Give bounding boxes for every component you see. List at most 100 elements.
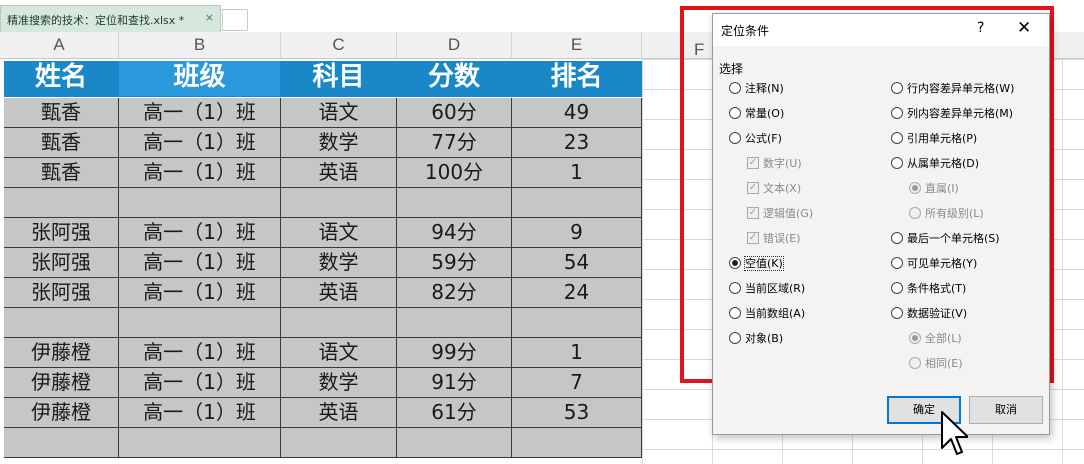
- cell-subject[interactable]: 语文: [281, 218, 397, 248]
- cell-class[interactable]: 高一（1）班: [119, 158, 281, 188]
- option-left-9[interactable]: 当前数组(A): [729, 306, 805, 322]
- cell-name[interactable]: [4, 188, 119, 218]
- cell-subject[interactable]: 数学: [281, 248, 397, 278]
- option-right-6[interactable]: 最后一个单元格(S): [891, 231, 1000, 247]
- cell-rank[interactable]: [512, 428, 642, 458]
- cell-score[interactable]: 99分: [397, 338, 512, 368]
- cell-rank[interactable]: 54: [512, 248, 642, 278]
- cell-score[interactable]: [397, 308, 512, 338]
- option-left-7[interactable]: 空值(K): [729, 256, 784, 272]
- tab-close-icon[interactable]: ×: [205, 11, 214, 24]
- cell-class[interactable]: [119, 188, 281, 218]
- cell-subject[interactable]: 数学: [281, 128, 397, 158]
- cell-score[interactable]: 82分: [397, 278, 512, 308]
- cell-name[interactable]: 张阿强: [4, 248, 119, 278]
- radio-icon[interactable]: [891, 107, 903, 119]
- cell-subject[interactable]: 语文: [281, 338, 397, 368]
- cell-subject[interactable]: [281, 428, 397, 458]
- cell-name[interactable]: 伊藤橙: [4, 338, 119, 368]
- cell-rank[interactable]: [512, 188, 642, 218]
- radio-icon[interactable]: [729, 107, 741, 119]
- cell-name[interactable]: [4, 308, 119, 338]
- cell-name[interactable]: 张阿强: [4, 278, 119, 308]
- option-left-2[interactable]: 公式(F): [729, 131, 782, 147]
- cell-rank[interactable]: 23: [512, 128, 642, 158]
- radio-icon[interactable]: [891, 257, 903, 269]
- cell-rank[interactable]: 1: [512, 158, 642, 188]
- option-right-8[interactable]: 条件格式(T): [891, 281, 966, 297]
- header-cell-score[interactable]: 分数: [397, 61, 512, 97]
- cell-name[interactable]: 伊藤橙: [4, 368, 119, 398]
- column-header-d[interactable]: D: [397, 32, 512, 58]
- radio-icon[interactable]: [891, 282, 903, 294]
- cell-name[interactable]: 伊藤橙: [4, 398, 119, 428]
- cell-score[interactable]: 94分: [397, 218, 512, 248]
- radio-icon[interactable]: [729, 332, 741, 344]
- radio-icon[interactable]: [729, 132, 741, 144]
- cell-subject[interactable]: [281, 188, 397, 218]
- new-tab-button[interactable]: [222, 9, 248, 31]
- cell-rank[interactable]: 24: [512, 278, 642, 308]
- close-icon[interactable]: ✕: [1017, 18, 1031, 38]
- cell-score[interactable]: 100分: [397, 158, 512, 188]
- cell-subject[interactable]: 数学: [281, 368, 397, 398]
- help-icon[interactable]: ?: [977, 20, 984, 36]
- cell-class[interactable]: [119, 428, 281, 458]
- option-left-8[interactable]: 当前区域(R): [729, 281, 805, 297]
- cell-rank[interactable]: 49: [512, 98, 642, 128]
- radio-icon[interactable]: [891, 132, 903, 144]
- cell-name[interactable]: 甄香: [4, 158, 119, 188]
- cell-class[interactable]: 高一（1）班: [119, 218, 281, 248]
- dialog-title-bar[interactable]: 定位条件 ? ✕: [713, 14, 1049, 46]
- radio-icon[interactable]: [729, 282, 741, 294]
- cell-score[interactable]: 60分: [397, 98, 512, 128]
- column-header-c[interactable]: C: [281, 32, 397, 58]
- cell-class[interactable]: 高一（1）班: [119, 248, 281, 278]
- cell-class[interactable]: 高一（1）班: [119, 398, 281, 428]
- option-right-0[interactable]: 行内容差异单元格(W): [891, 81, 1014, 97]
- cell-name[interactable]: 张阿强: [4, 218, 119, 248]
- cell-name[interactable]: 甄香: [4, 128, 119, 158]
- cell-rank[interactable]: 53: [512, 398, 642, 428]
- option-left-0[interactable]: 注释(N): [729, 81, 784, 97]
- radio-icon[interactable]: [729, 257, 741, 269]
- radio-icon[interactable]: [891, 307, 903, 319]
- cell-subject[interactable]: 语文: [281, 98, 397, 128]
- cell-class[interactable]: 高一（1）班: [119, 278, 281, 308]
- radio-icon[interactable]: [891, 232, 903, 244]
- cell-subject[interactable]: 英语: [281, 278, 397, 308]
- option-right-2[interactable]: 引用单元格(P): [891, 131, 977, 147]
- cell-rank[interactable]: 1: [512, 338, 642, 368]
- cell-score[interactable]: 91分: [397, 368, 512, 398]
- cell-score[interactable]: 59分: [397, 248, 512, 278]
- option-right-7[interactable]: 可见单元格(Y): [891, 256, 977, 272]
- cell-score[interactable]: 61分: [397, 398, 512, 428]
- cell-class[interactable]: 高一（1）班: [119, 338, 281, 368]
- header-cell-class[interactable]: 班级: [119, 61, 281, 97]
- cell-subject[interactable]: 英语: [281, 158, 397, 188]
- cell-subject[interactable]: [281, 308, 397, 338]
- option-right-3[interactable]: 从属单元格(D): [891, 156, 979, 172]
- cell-class[interactable]: 高一（1）班: [119, 98, 281, 128]
- header-cell-name[interactable]: 姓名: [4, 61, 119, 97]
- workbook-tab[interactable]: 精准搜索的技术：定位和查找.xlsx * ×: [0, 5, 221, 32]
- cell-name[interactable]: [4, 428, 119, 458]
- option-left-10[interactable]: 对象(B): [729, 331, 783, 347]
- radio-icon[interactable]: [729, 82, 741, 94]
- cell-rank[interactable]: 9: [512, 218, 642, 248]
- cell-class[interactable]: [119, 308, 281, 338]
- option-right-9[interactable]: 数据验证(V): [891, 306, 967, 322]
- radio-icon[interactable]: [891, 157, 903, 169]
- cell-name[interactable]: 甄香: [4, 98, 119, 128]
- header-cell-subject[interactable]: 科目: [281, 61, 397, 97]
- option-right-1[interactable]: 列内容差异单元格(M): [891, 106, 1013, 122]
- cell-rank[interactable]: [512, 308, 642, 338]
- column-header-a[interactable]: A: [0, 32, 119, 58]
- cell-subject[interactable]: 英语: [281, 398, 397, 428]
- header-cell-rank[interactable]: 排名: [512, 61, 642, 97]
- column-header-e[interactable]: E: [512, 32, 642, 58]
- cell-class[interactable]: 高一（1）班: [119, 128, 281, 158]
- cell-score[interactable]: [397, 428, 512, 458]
- radio-icon[interactable]: [729, 307, 741, 319]
- radio-icon[interactable]: [891, 82, 903, 94]
